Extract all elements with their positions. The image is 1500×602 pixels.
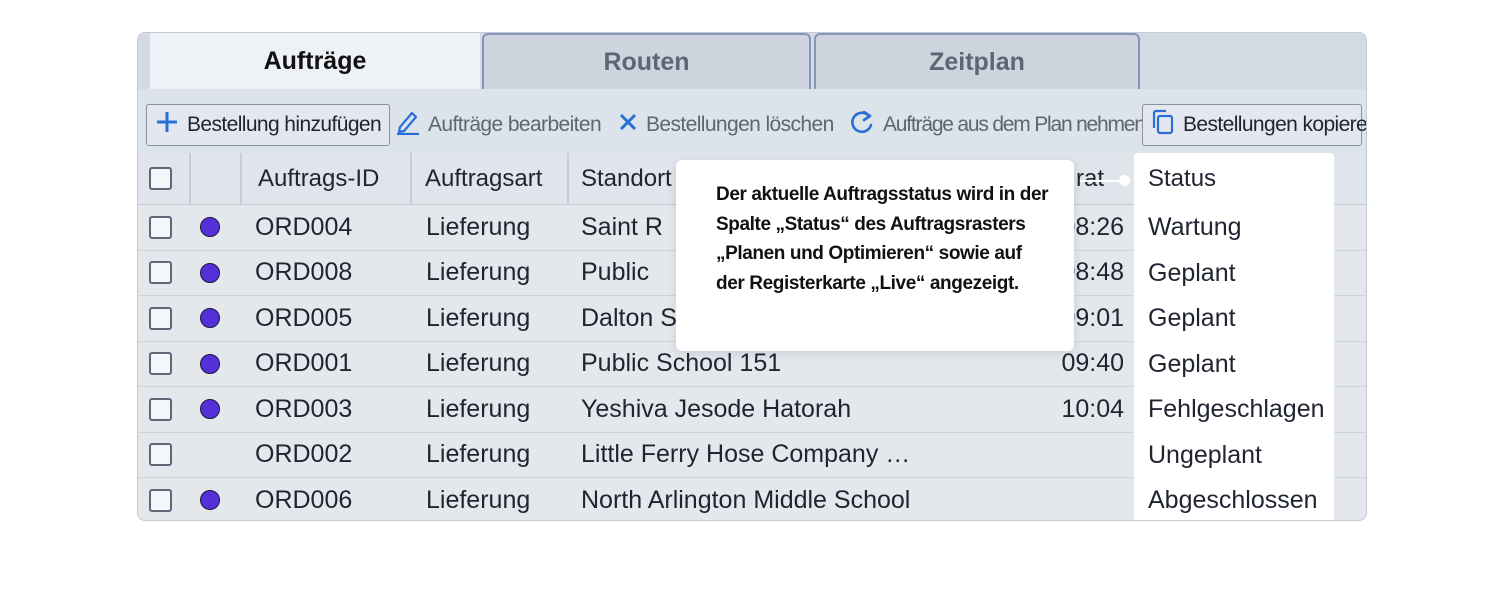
cell-location: Dalton S — [581, 303, 677, 332]
header-order-id[interactable]: Auftrags-ID — [258, 153, 379, 204]
unplan-orders-label: Aufträge aus dem Plan nehmen — [883, 113, 1146, 136]
copy-orders-button[interactable]: Bestellungen kopieren — [1142, 104, 1366, 146]
header-time-partial[interactable]: rat — [1076, 153, 1104, 204]
header-location[interactable]: Standort — [581, 153, 672, 204]
tooltip-text: Der aktuelle Auftragsstatus wird in der … — [716, 184, 1049, 294]
undo-icon — [849, 109, 875, 141]
column-divider — [189, 153, 191, 205]
delete-orders-button[interactable]: Bestellungen löschen — [618, 104, 834, 146]
select-all-checkbox[interactable] — [149, 167, 172, 190]
tooltip-anchor-dot — [1119, 175, 1130, 186]
pencil-icon — [396, 109, 420, 141]
row-select-cell — [149, 342, 172, 387]
cell-order-type: Lieferung — [426, 212, 531, 241]
cell-status: Fehlgeschlagen — [1148, 395, 1325, 424]
plus-icon — [155, 110, 179, 140]
tooltip-connector — [1080, 180, 1122, 182]
row-checkbox[interactable] — [149, 352, 172, 376]
header-status[interactable]: Status — [1148, 153, 1216, 205]
row-marker-cell — [200, 251, 220, 296]
cell-order-type: Lieferung — [426, 258, 531, 287]
route-color-marker — [200, 399, 220, 420]
header-order-type[interactable]: Auftragsart — [425, 153, 542, 204]
cell-location: Yeshiva Jesode Hatorah — [581, 394, 852, 423]
column-divider — [240, 153, 242, 205]
status-column: Status Wartung Geplant Geplant Geplant Fehlg… — [1134, 153, 1334, 520]
row-checkbox[interactable] — [149, 215, 172, 239]
add-order-label: Bestellung hinzufügen — [187, 113, 382, 136]
column-divider — [567, 153, 569, 205]
copy-orders-label: Bestellungen kopieren — [1183, 113, 1367, 136]
cell-order-type: Lieferung — [426, 485, 531, 514]
copy-icon — [1151, 109, 1175, 141]
cell-status: Geplant — [1148, 349, 1236, 378]
route-color-marker — [200, 217, 220, 238]
cell-order-id: ORD003 — [255, 394, 353, 423]
cell-status: Abgeschlossen — [1148, 486, 1318, 515]
row-select-cell — [149, 205, 172, 250]
row-marker-cell — [200, 205, 220, 250]
status-tooltip: Der aktuelle Auftragsstatus wird in der … — [676, 160, 1074, 351]
cell-order-type: Lieferung — [426, 349, 531, 378]
edit-orders-label: Aufträge bearbeiten — [428, 113, 602, 136]
cell-order-id: ORD005 — [255, 303, 353, 332]
row-select-cell — [149, 296, 172, 341]
cell-order-id: ORD004 — [255, 212, 353, 241]
cell-order-type: Lieferung — [426, 440, 531, 469]
cell-order-type: Lieferung — [426, 303, 531, 332]
cell-status: Geplant — [1148, 304, 1236, 333]
tab-schedule[interactable]: Zeitplan — [814, 33, 1140, 89]
row-select-cell — [149, 478, 172, 520]
cell-status: Geplant — [1148, 258, 1236, 287]
route-color-marker — [200, 308, 220, 329]
select-all-cell — [149, 153, 172, 204]
cell-location: North Arlington Middle School — [581, 485, 911, 514]
row-checkbox[interactable] — [149, 443, 172, 467]
tab-orders[interactable]: Aufträge — [150, 33, 480, 89]
route-color-marker — [200, 490, 220, 511]
route-color-marker — [200, 353, 220, 374]
row-checkbox[interactable] — [149, 488, 172, 512]
cell-order-id: ORD008 — [255, 258, 353, 287]
cell-location: Saint R — [581, 212, 663, 241]
cell-location: Public — [581, 258, 650, 287]
route-color-marker — [200, 262, 220, 283]
cell-order-id: ORD006 — [255, 485, 353, 514]
cell-status: Ungeplant — [1148, 440, 1262, 469]
cell-order-id: ORD002 — [255, 440, 353, 469]
edit-orders-button[interactable]: Aufträge bearbeiten — [396, 104, 602, 146]
cell-time: 10:04 — [1061, 394, 1124, 423]
row-checkbox[interactable] — [149, 261, 172, 285]
unplan-orders-button[interactable]: Aufträge aus dem Plan nehmen — [849, 104, 1146, 146]
row-select-cell — [149, 387, 172, 432]
cell-order-type: Lieferung — [426, 394, 531, 423]
delete-orders-label: Bestellungen löschen — [646, 113, 834, 136]
row-marker-cell — [200, 478, 220, 520]
add-order-button[interactable]: Bestellung hinzufügen — [146, 104, 391, 146]
row-marker-cell — [200, 296, 220, 341]
row-marker-cell — [200, 387, 220, 432]
row-select-cell — [149, 251, 172, 296]
toolbar: Bestellung hinzufügen Aufträge bearbeite… — [138, 89, 1366, 155]
close-icon — [618, 112, 638, 138]
row-checkbox[interactable] — [149, 397, 172, 421]
row-select-cell — [149, 433, 172, 478]
tab-bar: Aufträge Routen Zeitplan — [138, 33, 1366, 89]
row-checkbox[interactable] — [149, 306, 172, 330]
column-divider — [410, 153, 412, 205]
cell-status: Wartung — [1148, 213, 1242, 242]
cell-order-id: ORD001 — [255, 349, 353, 378]
cell-location: Little Ferry Hose Company … — [581, 440, 911, 469]
row-marker-cell — [200, 342, 220, 387]
tab-routes[interactable]: Routen — [482, 33, 811, 89]
